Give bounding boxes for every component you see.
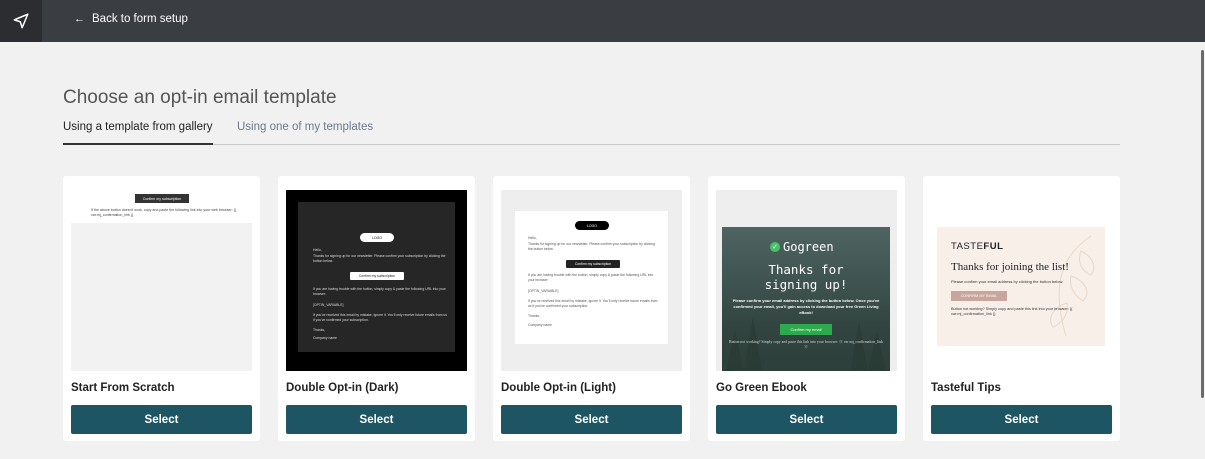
preview-confirm-button: Confirm my subscription xyxy=(135,194,189,203)
preview-trouble: If you are having trouble with the butto… xyxy=(528,273,654,282)
template-source-tabs: Using a template from gallery Using one … xyxy=(63,121,1120,145)
tab-gallery[interactable]: Using a template from gallery xyxy=(63,121,213,145)
preview-logo: LOGO xyxy=(575,221,609,230)
preview-text: If the above button doesn't work, copy a… xyxy=(91,208,237,217)
gogreen-logo: ✓ Gogreen xyxy=(770,240,834,254)
preview-confirm-button: Confirm my email xyxy=(780,324,832,335)
preview-intro: Thanks for signing up for our newsletter… xyxy=(313,254,446,263)
template-preview[interactable]: LOGO Hello, Thanks for signing up for ou… xyxy=(501,190,682,371)
preview-logo: LOGO xyxy=(360,233,394,242)
preview-footer: Button not working? Simply copy and past… xyxy=(951,307,1073,316)
template-card-go-green-ebook[interactable]: ✓ Gogreen Thanks for signing up! Please … xyxy=(708,176,905,441)
gogreen-logo-text: Gogreen xyxy=(783,240,834,254)
forest-tree-shape xyxy=(726,331,744,371)
preview-headline-line-2: signing up! xyxy=(764,277,848,292)
tab-my-templates[interactable]: Using one of my templates xyxy=(237,121,373,142)
template-card-double-optin-light[interactable]: LOGO Hello, Thanks for signing up for ou… xyxy=(493,176,690,441)
page-scrollbar[interactable] xyxy=(1201,50,1204,398)
tasteful-logo: TASTEFUL xyxy=(951,241,1003,252)
template-preview[interactable]: LOGO Hello, Thanks for signing up for ou… xyxy=(286,190,467,371)
template-name: Double Opt-in (Light) xyxy=(501,382,616,394)
preview-variable: [OPTIN_VARIABLE] xyxy=(313,303,344,307)
select-button[interactable]: Select xyxy=(501,405,682,434)
preview-trouble: If you are having trouble with the butto… xyxy=(313,287,446,296)
back-link-label: Back to form setup xyxy=(92,13,188,25)
preview-confirm-button: Confirm my subscription xyxy=(350,272,404,280)
template-name: Go Green Ebook xyxy=(716,382,807,394)
preview-company: Company name xyxy=(313,336,337,340)
preview-ignore: If you've received this email by mistake… xyxy=(313,313,447,322)
preview-intro: Thanks for signing up for our newsletter… xyxy=(528,242,655,251)
template-name: Tasteful Tips xyxy=(931,382,1001,394)
forest-tree-shape xyxy=(868,331,886,371)
template-card-tasteful-tips[interactable]: TASTEFUL Thanks for joining the list! Pl… xyxy=(923,176,1120,441)
preview-confirm-button: CONFIRM MY EMAIL xyxy=(951,291,1007,301)
template-preview[interactable]: ✓ Gogreen Thanks for signing up! Please … xyxy=(716,190,897,371)
template-preview[interactable]: TASTEFUL Thanks for joining the list! Pl… xyxy=(931,190,1112,371)
template-name: Start From Scratch xyxy=(71,382,175,394)
preview-headline-line-1: Thanks for xyxy=(768,262,844,277)
preview-company: Company name xyxy=(528,323,552,327)
preview-email-body: TASTEFUL Thanks for joining the list! Pl… xyxy=(937,227,1105,346)
preview-ignore: If you've received this email by mistake… xyxy=(528,299,658,308)
check-circle-icon: ✓ xyxy=(770,242,780,252)
template-card-double-optin-dark[interactable]: LOGO Hello, Thanks for signing up for ou… xyxy=(278,176,475,441)
top-bar: ← Back to form setup xyxy=(0,0,1205,42)
preview-hello: Hello, xyxy=(313,248,322,252)
preview-email-body: LOGO Hello, Thanks for signing up for ou… xyxy=(298,202,455,352)
template-card-start-from-scratch[interactable]: Confirm my subscription If the above but… xyxy=(63,176,260,441)
preview-confirm-button: Confirm my subscription xyxy=(566,260,620,268)
tasteful-logo-bold: FUL xyxy=(983,241,1004,252)
page-title: Choose an opt-in email template xyxy=(63,87,337,108)
select-button[interactable]: Select xyxy=(286,405,467,434)
preview-email-body: ✓ Gogreen Thanks for signing up! Please … xyxy=(722,227,890,371)
preview-thanks: Thanks, xyxy=(528,314,541,318)
select-button[interactable]: Select xyxy=(931,405,1112,434)
preview-email-body: LOGO Hello, Thanks for signing up for ou… xyxy=(515,211,668,344)
preview-hello: Hello, xyxy=(528,236,537,240)
app-logo[interactable] xyxy=(0,0,42,42)
tasteful-logo-light: TASTE xyxy=(951,241,984,252)
paper-plane-icon xyxy=(13,13,29,29)
preview-thanks: Thanks, xyxy=(313,328,326,332)
preview-headline: Thanks for signing up! xyxy=(722,262,890,292)
preview-footer: Button not working? Simply copy and past… xyxy=(729,340,883,349)
back-arrow-icon: ← xyxy=(74,13,85,25)
preview-headline: Thanks for joining the list! xyxy=(951,261,1069,273)
template-preview[interactable]: Confirm my subscription If the above but… xyxy=(71,190,252,371)
template-name: Double Opt-in (Dark) xyxy=(286,382,399,394)
preview-variable: [OPTIN_VARIABLE] xyxy=(528,289,559,293)
preview-subtext: Please confirm your email address by cli… xyxy=(951,279,1064,284)
select-button[interactable]: Select xyxy=(71,405,252,434)
back-to-form-setup-link[interactable]: ← Back to form setup xyxy=(74,13,188,25)
leaf-decoration-icon xyxy=(1050,235,1095,337)
select-button[interactable]: Select xyxy=(716,405,897,434)
preview-body: Please confirm your email address by cli… xyxy=(732,298,880,315)
